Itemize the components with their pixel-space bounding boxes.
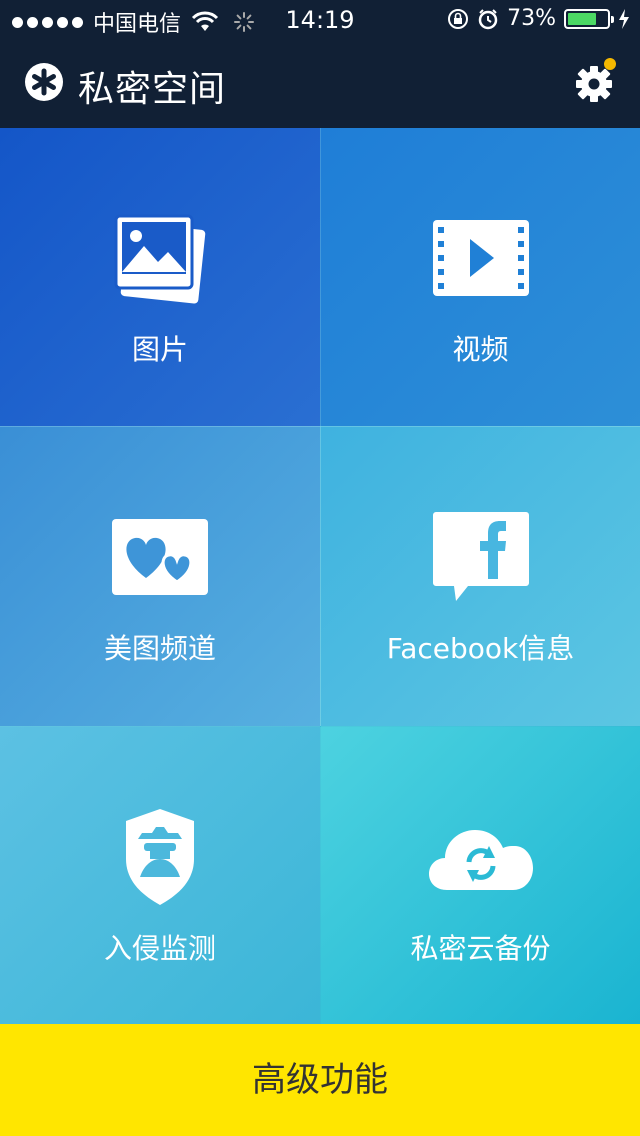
tile-video[interactable]: 视频 <box>320 128 640 426</box>
intruder-shield-icon <box>105 807 215 907</box>
tile-cloud-backup[interactable]: 私密云备份 <box>320 726 640 1024</box>
alarm-icon <box>478 8 498 29</box>
status-bar: 中国电信 14:19 73% <box>0 0 640 40</box>
orientation-lock-icon <box>448 8 469 29</box>
battery-icon <box>564 8 614 29</box>
video-icon <box>426 208 536 308</box>
battery-percent: 73% <box>507 6 556 31</box>
settings-gear-icon[interactable] <box>572 58 620 106</box>
photos-icon <box>105 208 215 308</box>
hearts-icon <box>105 507 215 607</box>
app-logo-icon <box>25 63 63 101</box>
page-title: 私密空间 <box>78 69 227 110</box>
tile-intruder-detection[interactable]: 入侵监测 <box>0 726 320 1024</box>
tile-label-cloud-backup: 私密云备份 <box>410 932 551 965</box>
charging-bolt-icon <box>619 8 629 29</box>
notification-dot <box>604 58 616 70</box>
feature-grid: 图片 视频 美图频道 Facebook信息 入侵监测 私密云备份 <box>0 128 640 1024</box>
tile-facebook[interactable]: Facebook信息 <box>320 426 640 726</box>
tile-label-beauty-channel: 美图频道 <box>103 632 216 665</box>
facebook-icon <box>426 507 536 607</box>
tile-label-video: 视频 <box>452 333 509 366</box>
nav-bar: 私密空间 <box>0 40 640 128</box>
premium-features-button[interactable]: 高级功能 <box>0 1024 640 1136</box>
tile-label-facebook: Facebook信息 <box>386 632 575 665</box>
status-right: 73% <box>447 6 630 31</box>
tile-label-photos: 图片 <box>131 333 188 366</box>
tile-beauty-channel[interactable]: 美图频道 <box>0 426 320 726</box>
battery-fill <box>568 12 596 25</box>
tile-label-intruder-detection: 入侵监测 <box>103 932 216 965</box>
cloud-sync-icon <box>426 807 536 907</box>
tile-photos[interactable]: 图片 <box>0 128 320 426</box>
